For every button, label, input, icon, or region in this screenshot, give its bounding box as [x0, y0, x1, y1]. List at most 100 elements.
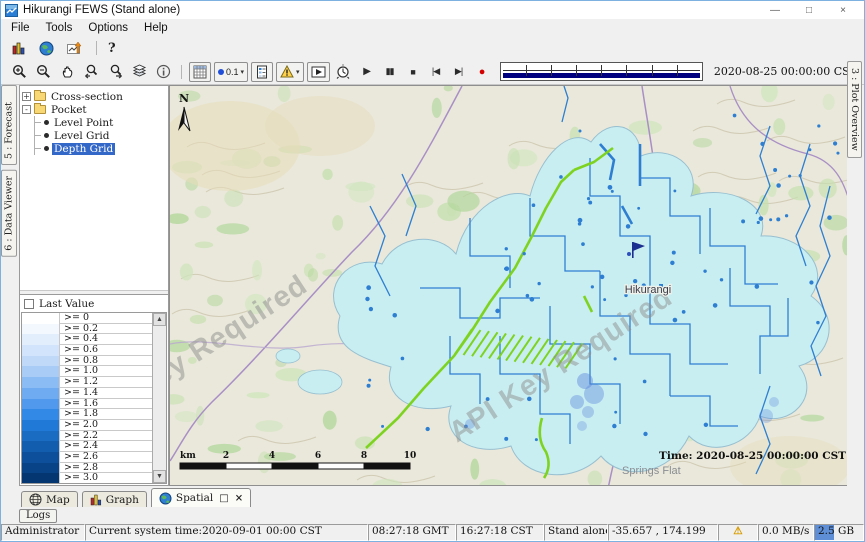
last-value-row: Last Value	[20, 295, 168, 312]
pan-button[interactable]	[57, 62, 78, 82]
tree-leaf-level-grid[interactable]: Level Grid	[35, 129, 166, 142]
animation-settings-button[interactable]	[333, 62, 354, 82]
play-button[interactable]: ▶	[357, 66, 377, 77]
legend-scrollbar[interactable]: ▲ ▼	[152, 313, 166, 483]
tab-forecast[interactable]: 5 : Forecast	[1, 85, 17, 165]
tab-map[interactable]: Map	[21, 491, 78, 507]
layers-button[interactable]	[129, 62, 150, 82]
scroll-up-icon[interactable]: ▲	[153, 313, 166, 326]
bottom-tab-bar: Map Graph Spatial □ ×	[1, 486, 864, 507]
svg-text:6: 6	[315, 451, 321, 461]
help-button[interactable]: ?	[108, 41, 116, 56]
scroll-down-icon[interactable]: ▼	[153, 470, 166, 483]
info-icon	[156, 64, 171, 79]
tree-node-label[interactable]: Pocket	[49, 104, 89, 116]
point-icon	[218, 69, 224, 75]
grid-display-button[interactable]	[189, 62, 211, 82]
warning-icon: ⚠	[733, 525, 742, 537]
folder-open-icon	[34, 105, 46, 114]
chart-arrow-icon	[67, 41, 83, 56]
tree-leaf-depth-grid-selected[interactable]: Depth Grid	[35, 142, 166, 155]
zoom-out-icon	[36, 64, 51, 79]
grid-icon	[193, 65, 207, 79]
status-bar: Administrator Current system time:2020-0…	[1, 524, 864, 541]
svg-text:10: 10	[404, 451, 417, 461]
tab-plot-overview[interactable]: 3 : Plot Overview	[847, 61, 862, 158]
legend-color-swatch	[22, 356, 60, 367]
pan-hand-icon	[60, 64, 75, 79]
zoom-in-icon	[12, 64, 27, 79]
tab-graph-label: Graph	[106, 494, 139, 506]
info-button[interactable]	[153, 62, 174, 82]
pause-button[interactable]: ▮▮	[380, 66, 400, 77]
record-button[interactable]: ●	[472, 66, 492, 78]
maximize-button[interactable]: □	[792, 5, 826, 16]
tab-data-viewer[interactable]: 6 : Data Viewer	[1, 170, 17, 257]
time-slider[interactable]	[500, 62, 703, 81]
database-explorer-button[interactable]	[8, 38, 29, 58]
legend-color-swatch	[22, 463, 60, 474]
legend-color-swatch	[22, 452, 60, 463]
step-forward-button[interactable]: ▶|	[449, 66, 469, 77]
animation-clock-icon	[335, 64, 351, 80]
tab-spatial[interactable]: Spatial □ ×	[151, 488, 251, 507]
legend-list-wrap: >= 0 >= 0.2 >= 0.4 >= 0.6 >= 0.8	[21, 312, 167, 484]
menu-item[interactable]: Options	[80, 22, 136, 34]
step-back-button[interactable]: |◀	[426, 66, 446, 77]
legend-panel: Last Value >= 0 >= 0.2 >= 0.4	[20, 294, 168, 485]
menu-item[interactable]: Help	[136, 22, 176, 34]
legend-row[interactable]: >= 3.0	[22, 473, 152, 483]
map-viewport[interactable]: API Key Required API Key Required Hikura…	[169, 85, 847, 486]
window-title: Hikurangi FEWS (Stand alone)	[23, 4, 180, 16]
layer-tree: + Cross-section - Pocket Level Point	[20, 86, 168, 290]
legend-toggle-button[interactable]	[251, 62, 273, 82]
current-map-datetime: 2020-08-25 00:00:00 CST	[711, 65, 860, 78]
movie-play-icon	[311, 66, 326, 78]
tab-maximize-icon[interactable]: □	[219, 493, 228, 504]
collapse-icon[interactable]: -	[22, 105, 31, 114]
menu-item[interactable]: Tools	[38, 22, 81, 34]
movie-export-button[interactable]	[307, 62, 330, 82]
tree-node-label[interactable]: Cross-section	[49, 91, 125, 103]
point-size-value: 0.1	[226, 67, 239, 77]
legend-color-swatch	[22, 409, 60, 420]
tree-leaf-level-point[interactable]: Level Point	[35, 116, 166, 129]
menu-item[interactable]: File	[3, 22, 38, 34]
tree-node-pocket[interactable]: - Pocket	[22, 103, 166, 116]
tab-close-icon[interactable]: ×	[235, 493, 243, 504]
zoom-previous-icon	[84, 64, 99, 79]
tab-graph[interactable]: Graph	[82, 491, 147, 507]
point-size-dropdown[interactable]: 0.1 ▾	[214, 62, 248, 82]
bullet-icon	[44, 120, 49, 125]
close-button[interactable]: ×	[826, 5, 860, 16]
expand-icon[interactable]: +	[22, 92, 31, 101]
zoom-out-button[interactable]	[33, 62, 54, 82]
title-bar[interactable]: Hikurangi FEWS (Stand alone) — □ ×	[1, 1, 864, 19]
legend-icon	[256, 65, 268, 79]
legend-color-swatch	[22, 334, 60, 345]
status-warning-cell: ⚠	[718, 524, 758, 541]
zoom-previous-button[interactable]	[81, 62, 102, 82]
map-display-button[interactable]	[36, 38, 57, 58]
stop-button[interactable]: ■	[403, 67, 423, 77]
tree-leaf-label[interactable]: Level Point	[52, 117, 115, 129]
minimize-button[interactable]: —	[758, 5, 792, 16]
warnings-dropdown[interactable]: ▾	[276, 62, 304, 82]
app-icon	[5, 4, 18, 17]
legend-threshold-label: >= 3.0	[60, 473, 152, 483]
tree-leaf-label[interactable]: Level Grid	[52, 130, 112, 142]
legend-color-swatch	[22, 345, 60, 356]
zoom-next-button[interactable]	[105, 62, 126, 82]
logs-button[interactable]: Logs	[19, 509, 57, 523]
tree-leaf-label-selected[interactable]: Depth Grid	[52, 143, 115, 155]
last-value-checkbox[interactable]	[24, 299, 34, 309]
status-user: Administrator	[1, 524, 85, 541]
zoom-in-button[interactable]	[9, 62, 30, 82]
tree-node-cross-section[interactable]: + Cross-section	[22, 90, 166, 103]
svg-text:4: 4	[269, 451, 275, 461]
legend-row[interactable]: >= 2.0	[22, 420, 152, 431]
map-canvas[interactable]: API Key Required API Key Required Hikura…	[170, 86, 847, 486]
app-window: Hikurangi FEWS (Stand alone) — □ × FileT…	[0, 0, 865, 542]
timeseries-dialog-button[interactable]	[64, 38, 85, 58]
legend-row[interactable]: >= 1.4	[22, 388, 152, 399]
